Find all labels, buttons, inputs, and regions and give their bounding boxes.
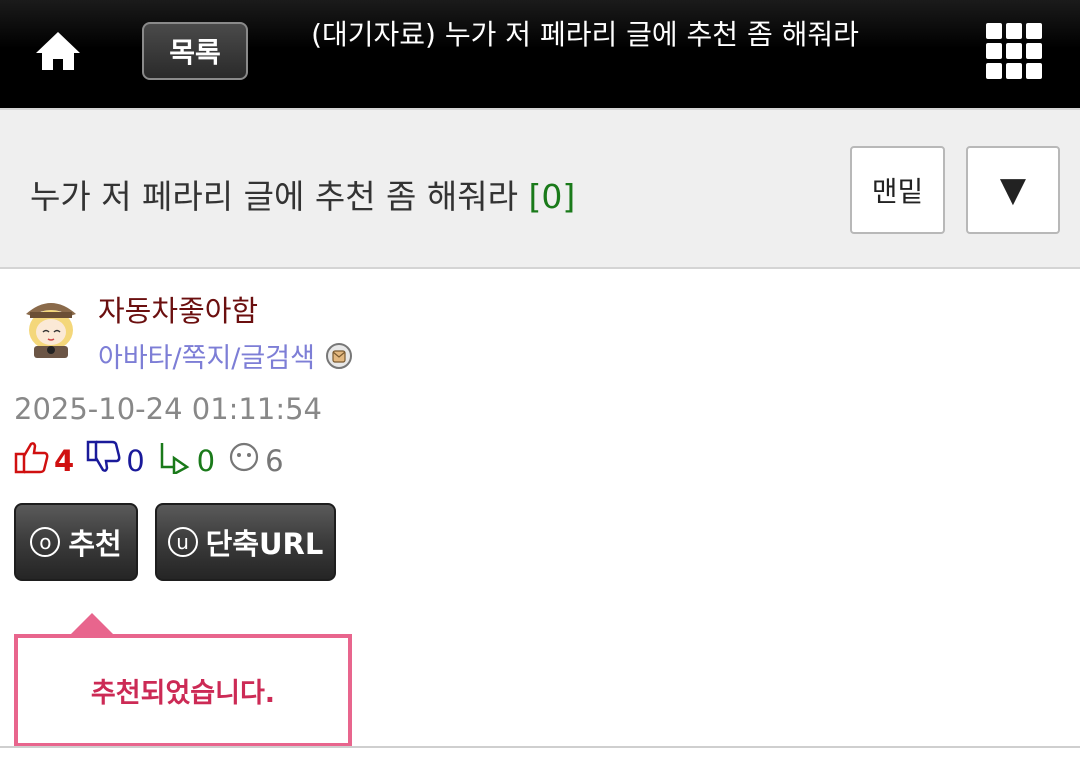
eye-face-icon bbox=[227, 440, 261, 481]
top-title: (대기자료) 누가 저 페라리 글에 추천 좀 해줘라 bbox=[311, 18, 859, 51]
downvote-count: 0 bbox=[126, 443, 145, 478]
home-icon[interactable] bbox=[30, 24, 86, 80]
short-url-button[interactable]: u 단축URL bbox=[155, 503, 336, 581]
share-count: 0 bbox=[196, 443, 216, 478]
author-links-text[interactable]: 아바타/쪽지/글검색 bbox=[98, 336, 315, 375]
upvote-count: 4 bbox=[54, 443, 75, 478]
scroll-bottom-button[interactable]: 맨밑 bbox=[850, 146, 945, 234]
post-stats: 4 0 0 6 bbox=[14, 440, 296, 481]
tooltip-message: 추천되었습니다. bbox=[90, 678, 276, 709]
dropdown-button[interactable]: ▼ bbox=[966, 146, 1060, 234]
author-name[interactable]: 자동차좋아함 bbox=[98, 288, 258, 330]
message-icon[interactable] bbox=[325, 342, 353, 370]
tooltip-arrow bbox=[70, 613, 114, 635]
short-url-shortcut-key: u bbox=[167, 527, 198, 557]
list-button[interactable]: 목록 bbox=[142, 22, 248, 80]
top-bar: 목록 (대기자료) 누가 저 페라리 글에 추천 좀 해줘라 bbox=[0, 0, 1080, 108]
divider bbox=[0, 746, 1080, 748]
recommend-shortcut-key: o bbox=[30, 527, 61, 557]
downvote-stat: 0 bbox=[86, 440, 145, 481]
thumbs-down-icon bbox=[86, 440, 122, 481]
recommend-tooltip: 추천되었습니다. bbox=[14, 634, 352, 747]
share-stat: 0 bbox=[157, 440, 215, 481]
detective-avatar-icon[interactable] bbox=[18, 290, 84, 360]
author-links: 아바타/쪽지/글검색 bbox=[98, 336, 353, 375]
comment-count[interactable]: [0] bbox=[528, 177, 575, 216]
grid-menu-icon[interactable] bbox=[986, 23, 1044, 79]
upvote-stat: 4 bbox=[14, 440, 74, 481]
post-title: 누가 저 페라리 글에 추천 좀 해줘라 [0] bbox=[30, 170, 575, 218]
post-header: 누가 저 페라리 글에 추천 좀 해줘라 [0] 맨밑 ▼ bbox=[0, 108, 1080, 269]
recommend-label: 추천 bbox=[68, 527, 122, 561]
thumbs-up-icon bbox=[14, 440, 50, 481]
recommend-button[interactable]: o 추천 bbox=[14, 503, 138, 581]
share-arrow-icon bbox=[157, 440, 193, 481]
view-stat: 6 bbox=[227, 440, 284, 481]
short-url-label: 단축URL bbox=[205, 527, 324, 561]
post-date: 2025-10-24 01:11:54 bbox=[14, 392, 322, 426]
view-count: 6 bbox=[265, 443, 284, 478]
post-title-text: 누가 저 페라리 글에 추천 좀 해줘라 bbox=[30, 177, 518, 216]
